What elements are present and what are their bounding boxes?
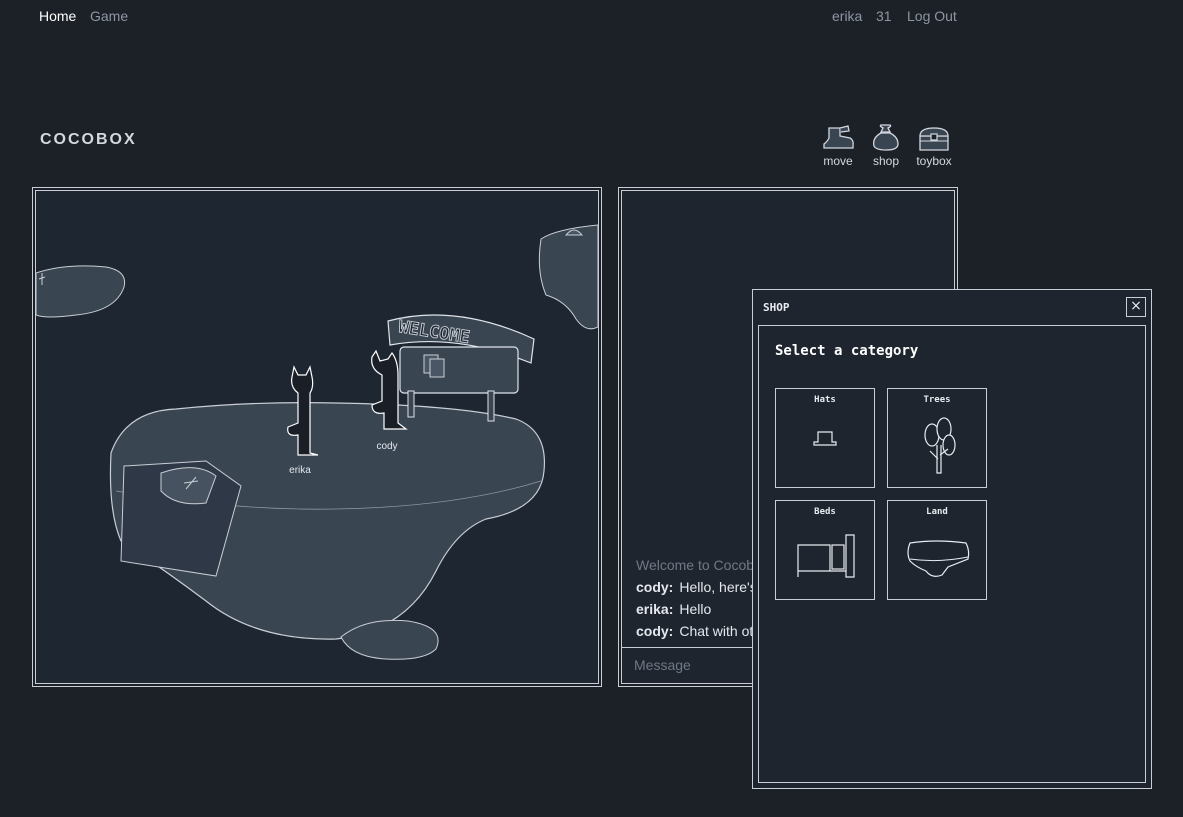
- shop-label: shop: [872, 154, 900, 168]
- logout-link[interactable]: Log Out: [907, 8, 957, 24]
- toybox-label: toybox: [916, 154, 952, 168]
- island-top-right: [538, 224, 598, 330]
- money-bag-icon: [873, 124, 899, 151]
- shop-title: SHOP: [763, 301, 790, 314]
- category-trees[interactable]: Trees: [887, 388, 987, 488]
- chat-author: cody:: [636, 579, 674, 595]
- game-scene: WELCOME erika cody: [36, 224, 598, 660]
- small-island-left: [36, 265, 126, 318]
- nav-home-link[interactable]: Home: [39, 8, 76, 24]
- land-icon: [907, 540, 970, 577]
- chat-author: cody:: [636, 623, 674, 639]
- sign-post-left: [407, 390, 415, 418]
- nav-coin-count[interactable]: 31: [876, 8, 892, 24]
- chat-text: Chat with oth: [679, 623, 762, 639]
- shop-button[interactable]: shop: [864, 124, 908, 168]
- nav-game-link[interactable]: Game: [90, 8, 128, 24]
- nav-username-link[interactable]: erika: [832, 8, 862, 24]
- welcome-board: [399, 346, 519, 394]
- poster-front: [429, 358, 445, 378]
- bed-icon: [797, 534, 855, 578]
- category-hats[interactable]: Hats: [775, 388, 875, 488]
- tree-icon: [924, 417, 956, 474]
- hat-icon: [813, 431, 837, 446]
- treasure-chest-icon: [919, 127, 949, 151]
- shop-subtitle: Select a category: [775, 343, 919, 359]
- shop-modal: SHOP × Select a category Hats Trees Beds: [752, 289, 1152, 789]
- category-beds[interactable]: Beds: [775, 500, 875, 600]
- erika-name-label: erika: [289, 465, 311, 476]
- sign-post-right: [487, 390, 495, 422]
- top-nav: Home Game erika 31 Log Out: [0, 8, 1183, 26]
- close-button[interactable]: ×: [1126, 297, 1146, 317]
- page-title: COCOBOX: [40, 131, 137, 148]
- shop-body: Select a category Hats Trees Beds Land: [758, 325, 1146, 783]
- category-land[interactable]: Land: [887, 500, 987, 600]
- toybox-button[interactable]: toybox: [912, 124, 956, 168]
- move-button[interactable]: move: [816, 124, 860, 168]
- move-label: move: [823, 154, 853, 168]
- cody-name-label: cody: [376, 441, 397, 452]
- boot-icon: [823, 125, 854, 149]
- chat-author: erika:: [636, 601, 674, 617]
- chat-text: Hello: [679, 601, 712, 617]
- game-viewport[interactable]: WELCOME erika cody: [32, 187, 602, 687]
